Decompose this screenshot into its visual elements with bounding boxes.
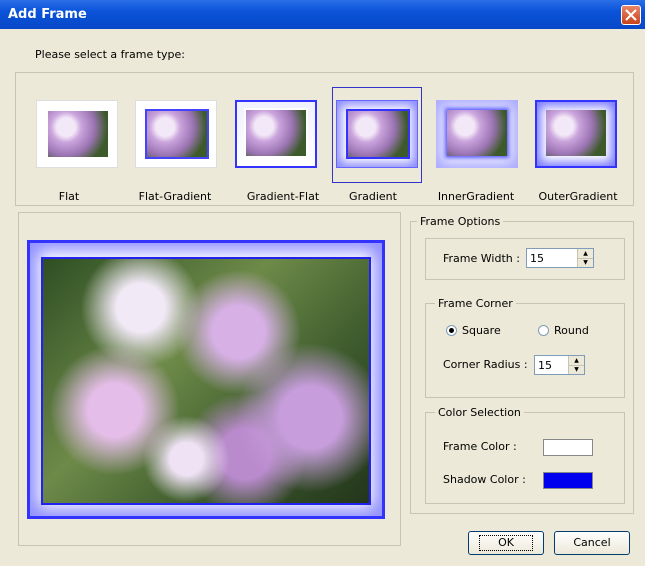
title-bar: Add Frame xyxy=(0,0,645,29)
frame-width-label: Frame Width : xyxy=(443,252,520,265)
frame-type-gradient[interactable] xyxy=(336,100,418,168)
frame-width-down-button[interactable]: ▼ xyxy=(578,258,593,267)
frame-type-gradient-flat[interactable] xyxy=(235,100,317,168)
frame-type-label-inner-gradient: InnerGradient xyxy=(437,190,515,203)
gradient-preview-image xyxy=(348,111,408,157)
cancel-button[interactable]: Cancel xyxy=(554,531,630,555)
preview-frame xyxy=(27,240,385,519)
square-radio[interactable] xyxy=(446,325,457,336)
frame-options-title: Frame Options xyxy=(417,215,504,228)
close-icon xyxy=(625,9,637,21)
outer-gradient-preview-image xyxy=(546,110,606,156)
shadow-color-swatch[interactable] xyxy=(543,472,593,489)
frame-type-flat-gradient[interactable] xyxy=(135,100,217,168)
round-label: Round xyxy=(554,324,589,337)
inner-gradient-preview-image xyxy=(447,110,507,156)
shadow-color-label: Shadow Color : xyxy=(443,473,526,486)
frame-width-spinner[interactable]: 15 ▲ ▼ xyxy=(526,248,594,268)
frame-color-swatch[interactable] xyxy=(543,439,593,456)
frame-type-label-gradient-flat: Gradient-Flat xyxy=(246,190,320,203)
close-button[interactable] xyxy=(621,5,641,25)
window-title: Add Frame xyxy=(8,7,87,22)
frame-width-value: 15 xyxy=(530,252,544,265)
frame-type-flat[interactable] xyxy=(36,100,118,168)
color-selection-title: Color Selection xyxy=(435,406,524,419)
round-radio[interactable] xyxy=(538,325,549,336)
corner-radius-value: 15 xyxy=(538,359,552,372)
flat-preview-image xyxy=(48,111,108,157)
flat-gradient-preview-image xyxy=(147,111,207,157)
ok-button[interactable]: OK xyxy=(468,531,544,555)
frame-type-inner-gradient[interactable] xyxy=(436,100,518,168)
frame-corner-title: Frame Corner xyxy=(435,297,516,310)
frame-color-label: Frame Color : xyxy=(443,440,517,453)
frame-type-prompt: Please select a frame type: xyxy=(35,48,186,61)
frame-type-label-gradient: Gradient xyxy=(349,190,397,203)
corner-radius-spinner[interactable]: 15 ▲ ▼ xyxy=(534,355,585,375)
frame-type-label-flat: Flat xyxy=(58,190,80,203)
preview-image xyxy=(41,257,371,505)
corner-radius-label: Corner Radius : xyxy=(443,358,528,371)
color-selection-group xyxy=(425,412,625,504)
corner-radius-down-button[interactable]: ▼ xyxy=(569,365,584,374)
frame-corner-group xyxy=(425,303,625,398)
ok-button-label: OK xyxy=(479,535,533,551)
frame-type-label-flat-gradient: Flat-Gradient xyxy=(138,190,212,203)
frame-type-label-outer-gradient: OuterGradient xyxy=(538,190,618,203)
gradient-flat-preview-image xyxy=(246,110,306,156)
square-label: Square xyxy=(462,324,501,337)
frame-type-outer-gradient[interactable] xyxy=(535,100,617,168)
